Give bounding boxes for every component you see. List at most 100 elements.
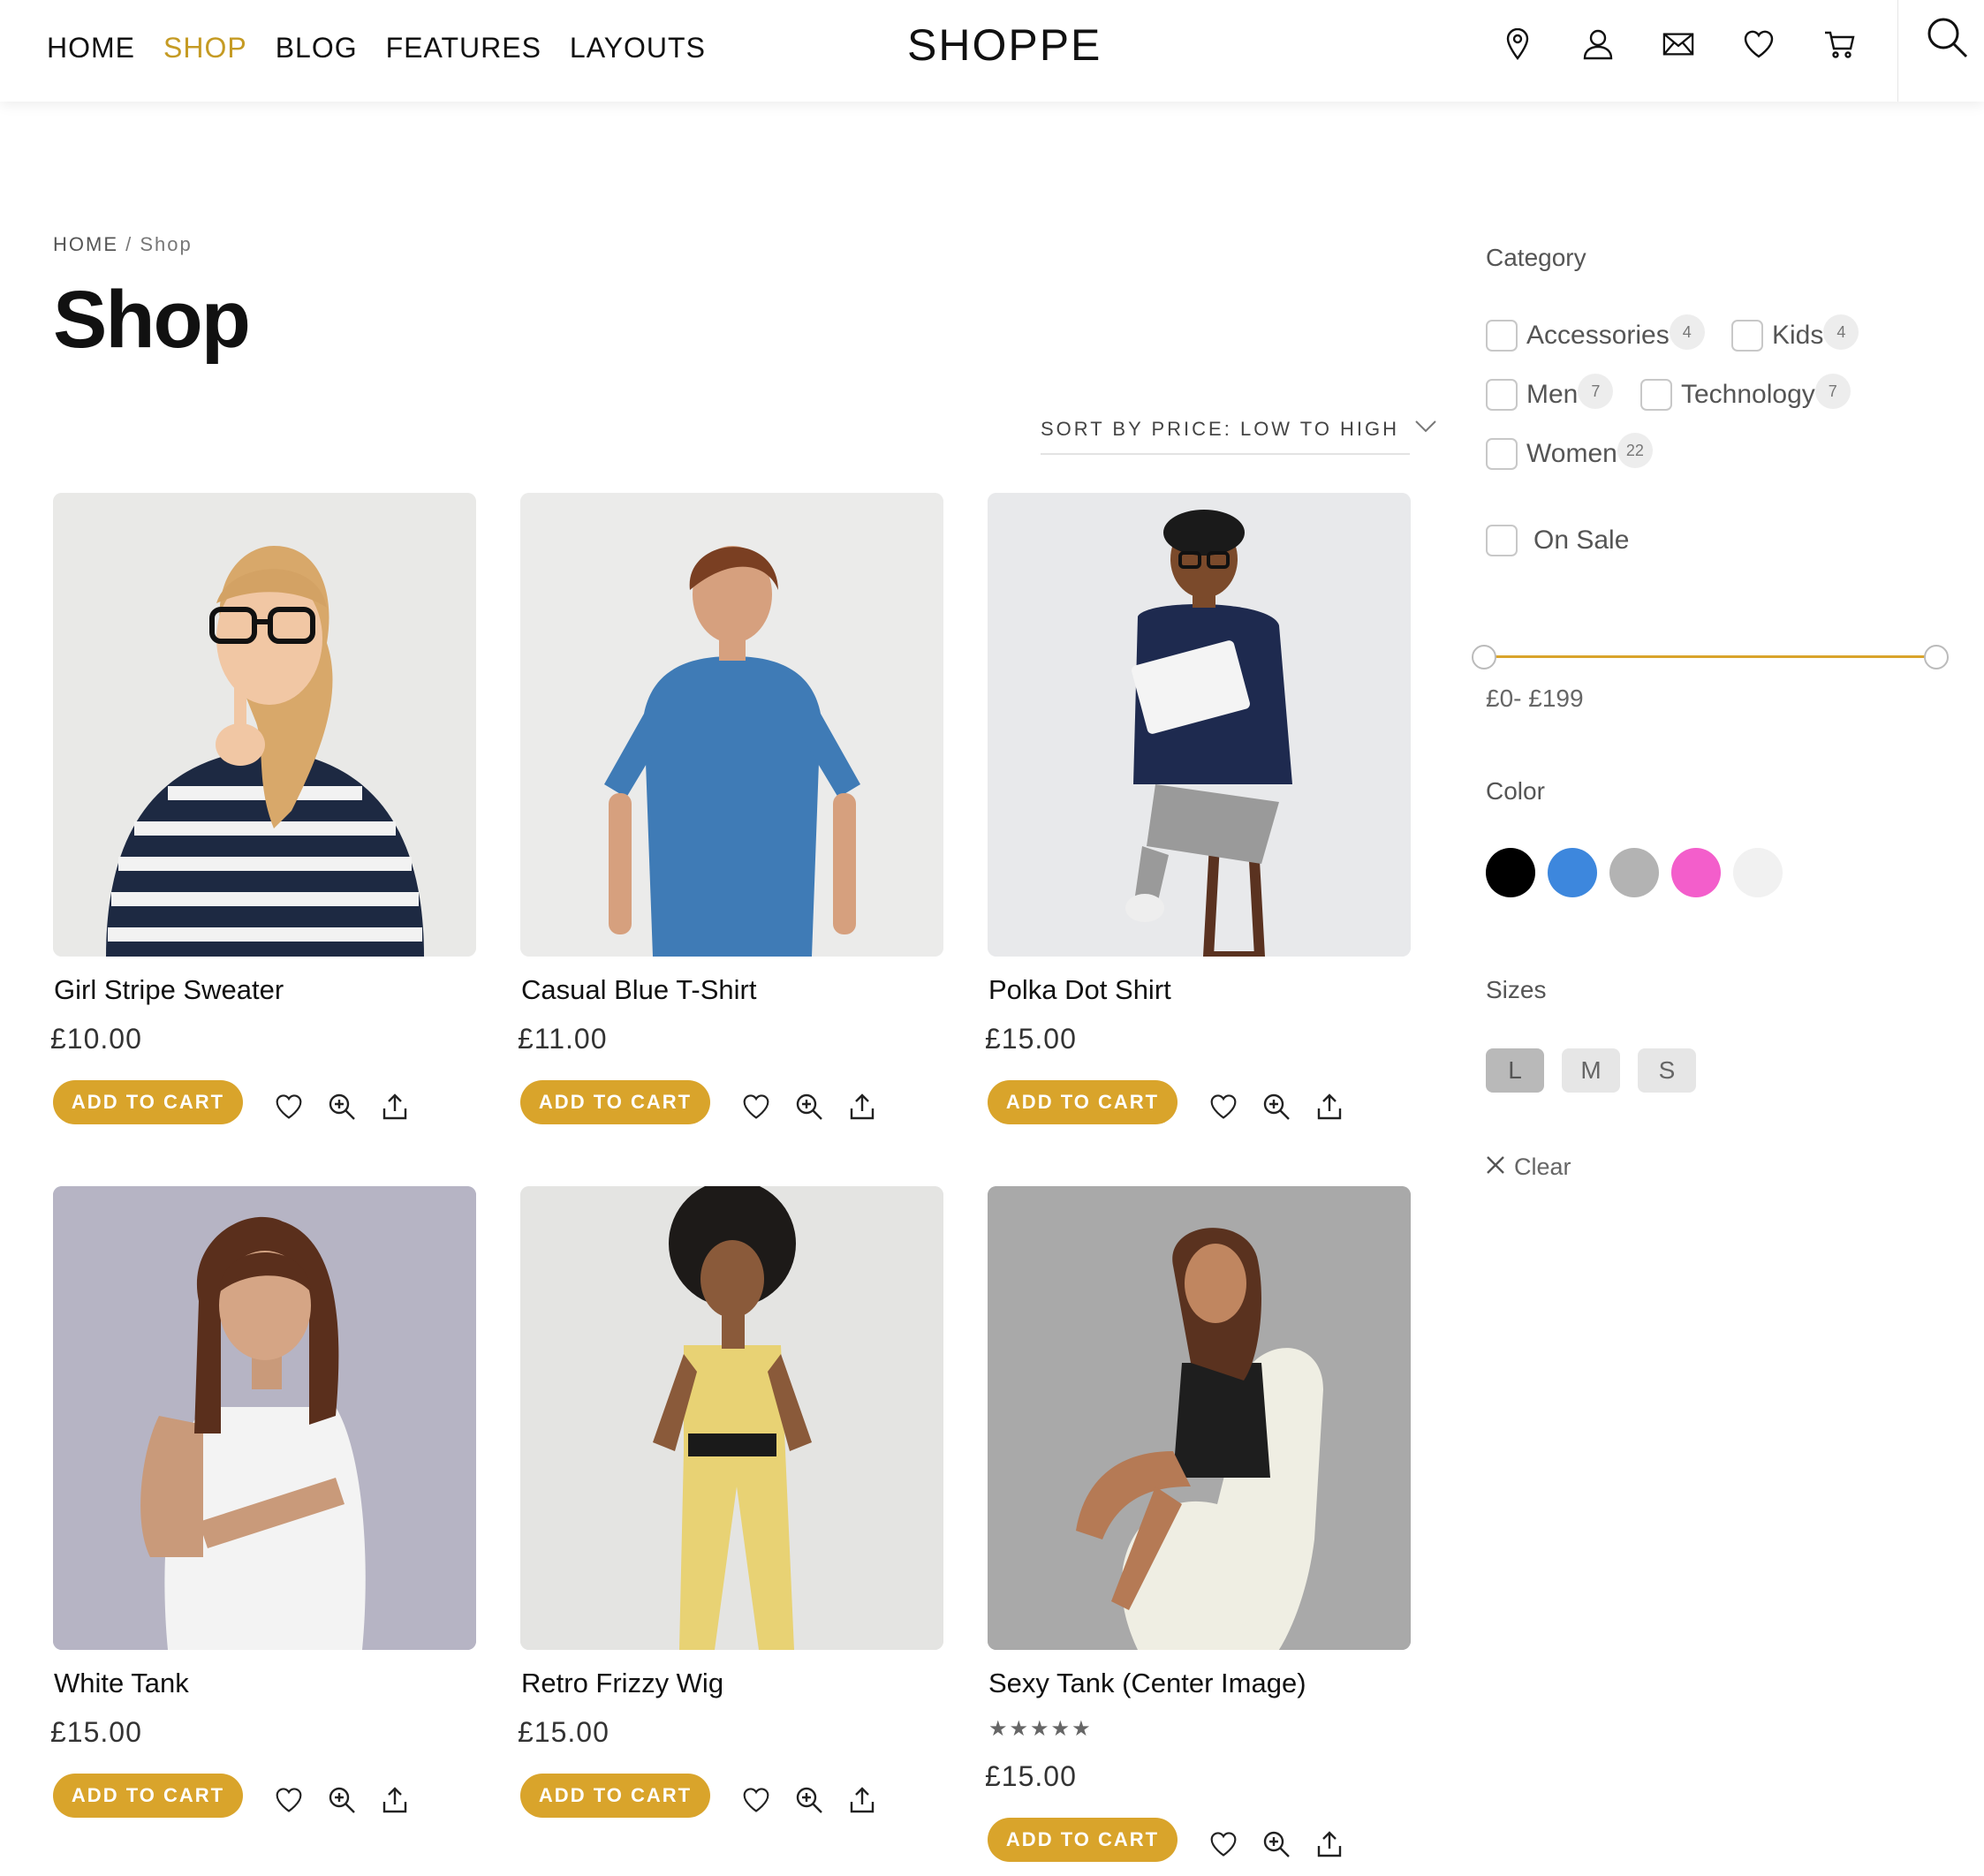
add-to-cart-button[interactable]: ADD TO CART [988, 1080, 1178, 1124]
category-checkbox[interactable] [1486, 379, 1518, 411]
share-icon[interactable] [380, 1785, 410, 1815]
location-pin-icon[interactable] [1502, 26, 1533, 62]
share-icon[interactable] [380, 1092, 410, 1122]
color-swatch-pink[interactable] [1671, 848, 1721, 897]
product-image[interactable] [53, 1186, 476, 1650]
color-swatch-black[interactable] [1486, 848, 1535, 897]
product-image[interactable] [520, 493, 943, 957]
product-name[interactable]: Retro Frizzy Wig [521, 1668, 723, 1699]
breadcrumb-current: Shop [140, 233, 193, 255]
category-accessories[interactable]: Accessories 4 [1486, 314, 1705, 353]
page-title: Shop [53, 275, 251, 365]
size-options: L M S [1486, 1048, 1696, 1093]
on-sale-checkbox[interactable] [1486, 525, 1518, 556]
user-icon[interactable] [1582, 26, 1614, 62]
product-actions [274, 1089, 424, 1124]
zoom-in-icon[interactable] [794, 1092, 824, 1122]
size-option-s[interactable]: S [1638, 1048, 1696, 1093]
category-checkbox[interactable] [1486, 438, 1518, 470]
clear-filters-button[interactable]: Clear [1486, 1154, 1571, 1181]
color-swatch-gray[interactable] [1609, 848, 1659, 897]
add-to-cart-button[interactable]: ADD TO CART [53, 1774, 243, 1818]
category-label: Technology [1681, 380, 1815, 409]
zoom-in-icon[interactable] [1261, 1829, 1291, 1859]
zoom-in-icon[interactable] [1261, 1092, 1291, 1122]
product-name[interactable]: White Tank [54, 1668, 189, 1699]
category-count: 4 [1823, 314, 1859, 350]
nav-shop[interactable]: SHOP [163, 32, 247, 64]
product-name[interactable]: Girl Stripe Sweater [54, 974, 284, 1006]
product-name[interactable]: Sexy Tank (Center Image) [988, 1668, 1306, 1699]
zoom-in-icon[interactable] [794, 1785, 824, 1815]
category-label: Accessories [1526, 321, 1670, 350]
site-header: HOME SHOP BLOG FEATURES LAYOUTS SHOPPE [0, 0, 1984, 102]
site-logo[interactable]: SHOPPE [907, 19, 1102, 71]
share-icon[interactable] [1314, 1829, 1344, 1859]
share-icon[interactable] [1314, 1092, 1344, 1122]
product-image[interactable] [520, 1186, 943, 1650]
product-price: £15.00 [518, 1716, 610, 1748]
category-title: Category [1486, 244, 1586, 271]
product-card: Sexy Tank (Center Image) ★★★★★ £15.00 AD… [985, 1186, 1411, 1862]
share-icon[interactable] [847, 1092, 877, 1122]
heart-icon[interactable] [741, 1092, 771, 1122]
heart-icon[interactable] [1743, 26, 1775, 62]
category-count: 7 [1578, 374, 1614, 409]
breadcrumb-home[interactable]: HOME [53, 233, 118, 255]
add-to-cart-button[interactable]: ADD TO CART [520, 1774, 710, 1818]
product-image[interactable] [988, 493, 1411, 957]
product-price: £11.00 [518, 1023, 608, 1055]
category-checkbox[interactable] [1731, 320, 1763, 352]
add-to-cart-button[interactable]: ADD TO CART [53, 1080, 243, 1124]
heart-icon[interactable] [741, 1785, 771, 1815]
nav-home[interactable]: HOME [47, 32, 135, 64]
price-min-handle[interactable] [1472, 645, 1496, 669]
product-name[interactable]: Polka Dot Shirt [988, 974, 1171, 1006]
category-women[interactable]: Women 22 [1486, 433, 1653, 472]
mail-icon[interactable] [1662, 26, 1694, 62]
add-to-cart-button[interactable]: ADD TO CART [988, 1818, 1178, 1862]
product-price: £15.00 [985, 1760, 1077, 1792]
cart-icon[interactable] [1823, 26, 1855, 62]
color-swatch-white[interactable] [1733, 848, 1783, 897]
size-option-m[interactable]: M [1562, 1048, 1620, 1093]
price-max-handle[interactable] [1924, 645, 1949, 669]
header-divider [1897, 0, 1898, 102]
heart-icon[interactable] [1208, 1092, 1238, 1122]
nav-blog[interactable]: BLOG [276, 32, 358, 64]
category-men[interactable]: Men 7 [1486, 374, 1614, 412]
star-rating: ★★★★★ [988, 1717, 1093, 1741]
price-range-track [1486, 655, 1936, 658]
category-checkbox[interactable] [1640, 379, 1672, 411]
heart-icon[interactable] [274, 1785, 304, 1815]
category-checkbox[interactable] [1486, 320, 1518, 352]
category-technology[interactable]: Technology 7 [1640, 374, 1851, 412]
close-icon [1486, 1154, 1505, 1181]
sort-dropdown[interactable]: SORT BY PRICE: LOW TO HIGH [1041, 415, 1436, 455]
on-sale-filter[interactable]: On Sale [1486, 525, 1629, 556]
color-swatch-blue[interactable] [1548, 848, 1597, 897]
zoom-in-icon[interactable] [327, 1785, 357, 1815]
product-name[interactable]: Casual Blue T-Shirt [521, 974, 757, 1006]
breadcrumb: HOME / Shop [53, 233, 193, 256]
category-count: 7 [1814, 374, 1851, 409]
category-count: 22 [1617, 433, 1653, 468]
heart-icon[interactable] [1208, 1829, 1238, 1859]
category-kids[interactable]: Kids 4 [1731, 314, 1859, 353]
product-price: £10.00 [50, 1023, 142, 1055]
product-actions [274, 1782, 424, 1818]
share-icon[interactable] [847, 1785, 877, 1815]
zoom-in-icon[interactable] [327, 1092, 357, 1122]
product-actions [1208, 1827, 1359, 1862]
nav-layouts[interactable]: LAYOUTS [570, 32, 706, 64]
product-card: Retro Frizzy Wig £15.00 ADD TO CART [518, 1186, 943, 1822]
size-option-l[interactable]: L [1486, 1048, 1544, 1093]
product-image[interactable] [988, 1186, 1411, 1650]
nav-features[interactable]: FEATURES [386, 32, 541, 64]
add-to-cart-button[interactable]: ADD TO CART [520, 1080, 710, 1124]
category-label: Kids [1772, 321, 1824, 350]
product-card: Casual Blue T-Shirt £11.00 ADD TO CART [518, 493, 943, 1129]
heart-icon[interactable] [274, 1092, 304, 1122]
product-image[interactable] [53, 493, 476, 957]
search-icon[interactable] [1926, 16, 1970, 60]
